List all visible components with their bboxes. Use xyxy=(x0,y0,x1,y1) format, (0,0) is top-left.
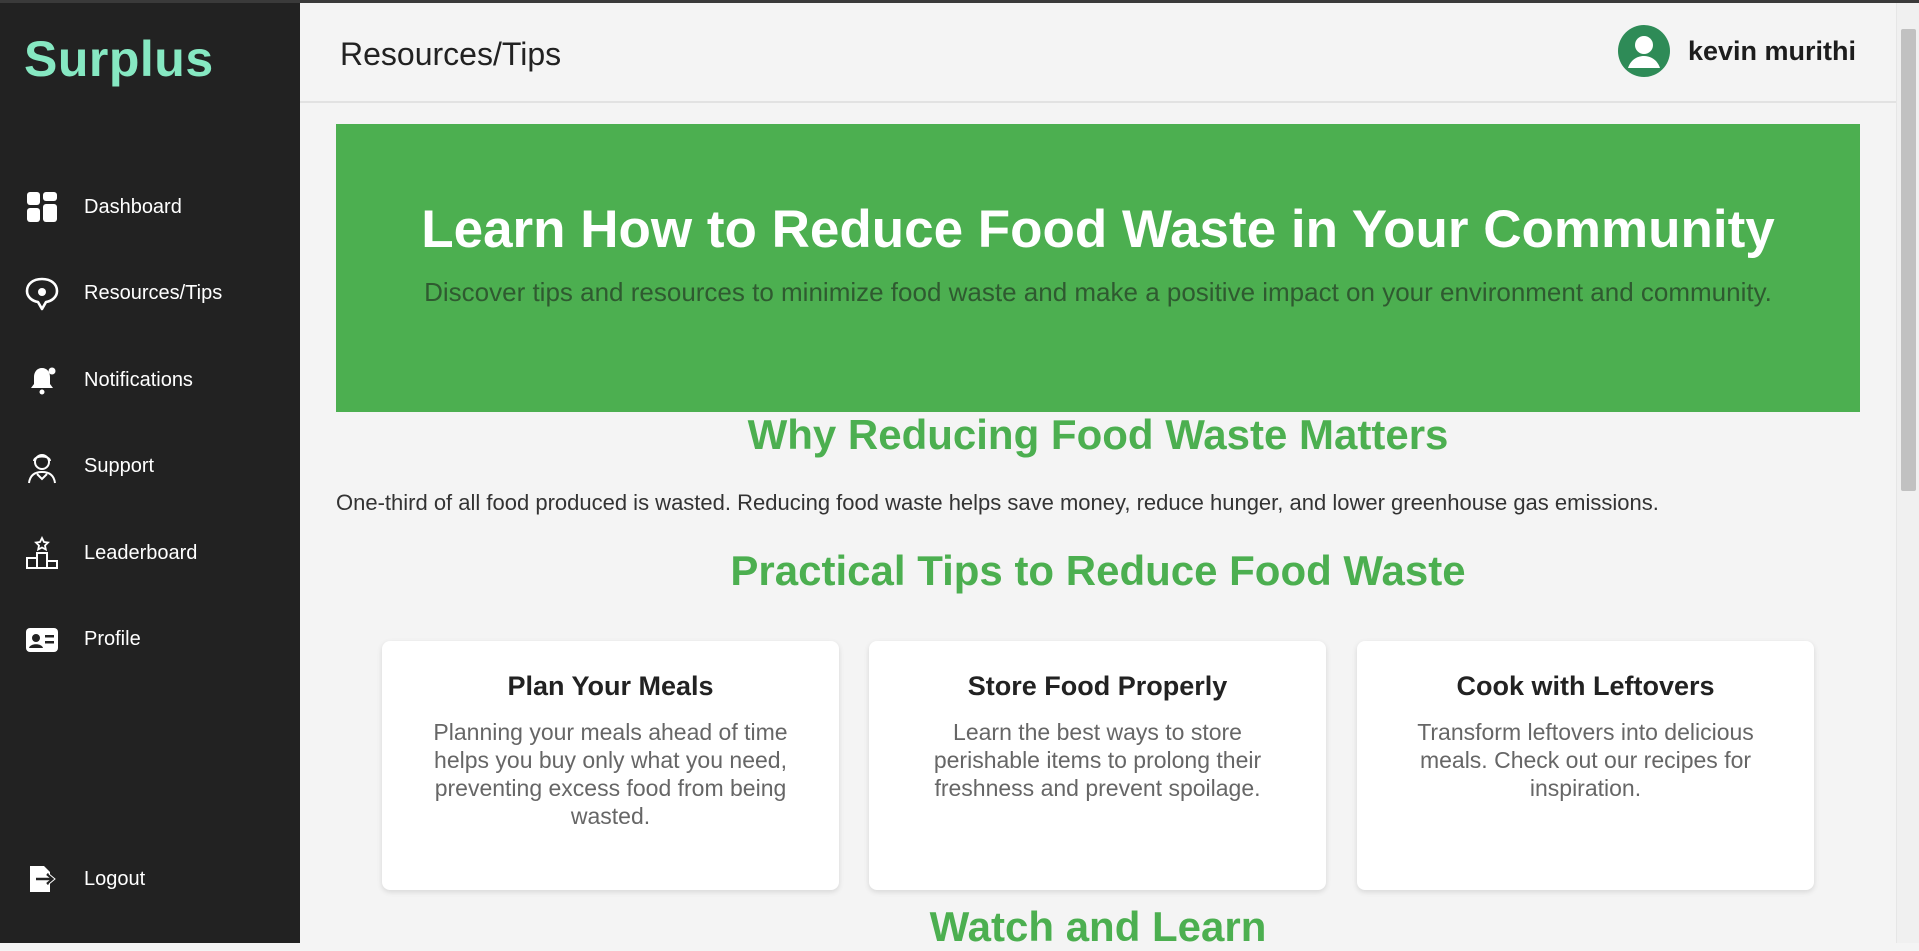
tip-card-text: Planning your meals ahead of time helps … xyxy=(433,719,788,829)
bell-icon xyxy=(24,362,60,398)
support-agent-icon xyxy=(24,449,60,485)
tip-card-text: Learn the best ways to store perishable … xyxy=(933,719,1262,801)
logout-icon xyxy=(24,861,60,897)
watch-section-title: Watch and Learn xyxy=(929,903,1267,950)
sidebar-item-dashboard[interactable]: Dashboard xyxy=(0,164,300,251)
logout-label: Logout xyxy=(84,867,146,890)
sidebar-item-notifications[interactable]: Notifications xyxy=(0,337,300,424)
dashboard-icon xyxy=(24,189,60,225)
why-section-text: One-third of all food produced is wasted… xyxy=(336,490,1659,515)
tip-card[interactable]: Cook with Leftovers Transform leftovers … xyxy=(1357,641,1814,890)
tip-card[interactable]: Plan Your Meals Planning your meals ahea… xyxy=(382,641,839,890)
tips-cards: Plan Your Meals Planning your meals ahea… xyxy=(382,641,1814,891)
sidebar-item-label: Profile xyxy=(84,628,141,651)
page-title: Resources/Tips xyxy=(340,36,562,72)
why-section-title: Why Reducing Food Waste Matters xyxy=(747,411,1449,458)
sidebar-item-label: Resources/Tips xyxy=(84,282,223,305)
window-top-border xyxy=(0,0,1919,3)
sidebar-nav: Dashboard Resources/Tips Notifications S… xyxy=(0,164,300,683)
user-name: kevin murithi xyxy=(1687,35,1856,66)
sidebar: Surplus Dashboard Resources/Tips Notific… xyxy=(0,0,300,943)
sidebar-item-label: Dashboard xyxy=(84,195,182,218)
tip-card-title: Cook with Leftovers xyxy=(1456,671,1715,701)
scrollbar-thumb[interactable] xyxy=(1901,29,1916,491)
tip-card-title: Plan Your Meals xyxy=(507,671,714,701)
id-card-icon xyxy=(24,622,60,658)
tip-card-title: Store Food Properly xyxy=(967,671,1228,701)
hero-banner: Learn How to Reduce Food Waste in Your C… xyxy=(336,124,1860,412)
sidebar-item-label: Notifications xyxy=(84,368,193,391)
hero-subtitle: Discover tips and resources to minimize … xyxy=(424,277,1772,307)
sidebar-item-profile[interactable]: Profile xyxy=(0,597,300,684)
top-header: Resources/Tips kevin murithi xyxy=(300,3,1896,103)
brand-logo[interactable]: Surplus xyxy=(24,30,214,88)
sidebar-item-leaderboard[interactable]: Leaderboard xyxy=(0,510,300,597)
sidebar-item-label: Support xyxy=(84,455,155,478)
user-avatar-icon[interactable] xyxy=(1617,25,1670,77)
tip-card[interactable]: Store Food Properly Learn the best ways … xyxy=(869,641,1326,890)
page-scrollbar[interactable] xyxy=(1896,3,1919,943)
tip-card-text: Transform leftovers into delicious meals… xyxy=(1417,719,1754,801)
hero-title: Learn How to Reduce Food Waste in Your C… xyxy=(421,200,1775,259)
lightbulb-chat-icon xyxy=(24,276,60,312)
podium-icon xyxy=(24,535,60,571)
sidebar-item-resources[interactable]: Resources/Tips xyxy=(0,251,300,338)
logout-button[interactable]: Logout xyxy=(0,836,300,923)
tips-section-title: Practical Tips to Reduce Food Waste xyxy=(730,547,1466,594)
user-menu[interactable]: kevin murithi xyxy=(1617,25,1856,77)
sidebar-item-label: Leaderboard xyxy=(84,541,198,564)
sidebar-item-support[interactable]: Support xyxy=(0,424,300,511)
